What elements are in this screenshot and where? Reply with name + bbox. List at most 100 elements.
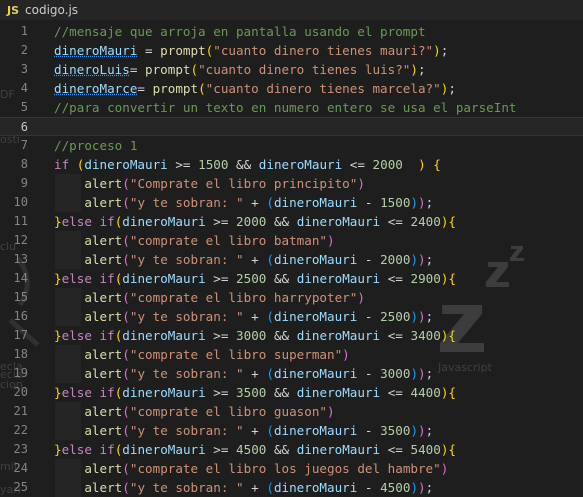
code-line[interactable]: 21 alert("comprate el libro guason") — [0, 402, 583, 421]
code-line[interactable]: 18 alert("comprate el libro superman") — [0, 345, 583, 364]
code-token: 2500 — [236, 271, 267, 286]
code-text: alert("y te sobran: " + (dineroMauri - 2… — [54, 307, 433, 326]
line-number: 3 — [20, 62, 28, 76]
code-token: if — [99, 271, 115, 286]
code-editor-window: Index problem Portafolio Javascript DFeb… — [0, 0, 583, 497]
code-line[interactable]: 11}else if(dineroMauri >= 2000 && dinero… — [0, 212, 583, 231]
code-token: ) — [440, 461, 449, 476]
code-token: dineroMauri — [273, 480, 358, 495]
code-line[interactable]: 24 alert("comprate el libro los juegos d… — [0, 459, 583, 478]
code-token: alert — [84, 404, 123, 419]
code-token: "y te sobran: " — [129, 423, 244, 438]
code-token: { — [448, 328, 457, 343]
code-line[interactable]: 23}else if(dineroMauri >= 4500 && dinero… — [0, 440, 583, 459]
code-token: ) — [410, 62, 418, 77]
code-token: - — [357, 309, 381, 324]
code-line[interactable]: 13 alert("y te sobran: " + (dineroMauri … — [0, 250, 583, 269]
code-token: ) — [410, 480, 419, 495]
code-token: "y te sobran: " — [129, 366, 244, 381]
editor-tab[interactable]: JS codigo.js — [0, 0, 583, 20]
code-token: else — [61, 385, 92, 400]
code-token: } — [54, 328, 62, 343]
code-token: && — [266, 328, 297, 343]
code-line[interactable]: 15 alert("comprate el libro harrypoter") — [0, 288, 583, 307]
code-token: 2400 — [410, 214, 441, 229]
code-area[interactable]: 1 //mensaje que arroja en pantalla usando… — [0, 20, 583, 497]
code-line[interactable]: 19 alert("y te sobran: " + (dineroMauri … — [0, 364, 583, 383]
code-token: "comprate el libro guason" — [129, 404, 327, 419]
code-line[interactable]: 10 alert("y te sobran: " + (dineroMauri … — [0, 193, 583, 212]
code-line[interactable]: 22 alert("y te sobran: " + (dineroMauri … — [0, 421, 583, 440]
code-line[interactable]: 14}else if(dineroMauri >= 2500 && dinero… — [0, 269, 583, 288]
code-token: alert — [84, 176, 123, 191]
code-token: 1500 — [380, 195, 411, 210]
line-number: 6 — [20, 120, 28, 134]
code-line[interactable]: 25 alert("y te sobran: " + (dineroMauri … — [0, 478, 583, 497]
code-token: <= — [380, 442, 411, 457]
code-token: prompt — [152, 81, 199, 96]
code-token: "cuanto dinero tienes mauri?" — [213, 43, 434, 58]
line-number: 11 — [13, 214, 28, 228]
code-token: && — [266, 214, 297, 229]
code-token: alert — [84, 233, 123, 248]
code-token: ; — [425, 195, 434, 210]
code-token: <= — [380, 214, 411, 229]
code-line[interactable]: 12 alert("comprate el libro batman") — [0, 231, 583, 250]
code-token: alert — [84, 461, 123, 476]
code-line[interactable]: 20}else if(dineroMauri >= 3500 && dinero… — [0, 383, 583, 402]
code-line[interactable]: 2 dineroMauri = prompt("cuanto dinero tie… — [0, 41, 583, 60]
code-line[interactable]: 7 //proceso 1 — [0, 136, 583, 155]
code-token: 3000 — [380, 366, 411, 381]
line-number: 8 — [20, 157, 28, 171]
line-number: 5 — [20, 100, 28, 114]
code-line[interactable]: 9 alert("Comprate el libro principito") — [0, 174, 583, 193]
code-token: { — [448, 271, 457, 286]
code-token: //mensaje que arroja en pantalla usando … — [54, 24, 426, 39]
code-token: if — [99, 442, 115, 457]
code-token: dineroMauri — [273, 252, 358, 267]
line-number: 20 — [13, 385, 28, 399]
code-token: ( — [122, 366, 130, 381]
code-token: ) — [418, 423, 426, 438]
code-token: //para convertir un texto en numero ente… — [54, 100, 517, 115]
code-token: <= — [380, 385, 411, 400]
code-token: 3500 — [380, 423, 411, 438]
code-text: //para convertir un texto en numero ente… — [54, 98, 517, 117]
code-token: if — [99, 385, 115, 400]
line-number: 25 — [13, 480, 28, 494]
code-token: ( — [266, 423, 274, 438]
code-token: ( — [122, 480, 130, 495]
code-token: alert — [84, 347, 123, 362]
code-token: } — [54, 214, 62, 229]
code-token: ( — [122, 423, 130, 438]
code-token: "y te sobran: " — [129, 195, 244, 210]
code-line[interactable]: 8 if (dineroMauri >= 1500 && dineroMauri … — [0, 155, 583, 174]
code-text: alert("comprate el libro guason") — [54, 402, 334, 421]
code-text: //proceso 1 — [54, 136, 137, 155]
code-token: ( — [122, 347, 130, 362]
code-line[interactable]: 4 dineroMarce= prompt("cuanto dinero tien… — [0, 79, 583, 98]
code-text: }else if(dineroMauri >= 3000 && dineroMa… — [54, 326, 456, 345]
code-token: if — [99, 214, 115, 229]
code-token: "comprate el libro harrypoter" — [129, 290, 358, 305]
code-token: "Comprate el libro principito" — [129, 176, 358, 191]
code-line[interactable]: 6 — [0, 117, 583, 136]
code-token: ( — [122, 252, 130, 267]
code-line[interactable]: 5 //para convertir un texto en numero ent… — [0, 98, 583, 117]
code-token: 3000 — [236, 328, 267, 343]
line-number: 16 — [13, 309, 28, 323]
code-line[interactable]: 16 alert("y te sobran: " + (dineroMauri … — [0, 307, 583, 326]
code-line[interactable]: 17}else if(dineroMauri >= 3000 && dinero… — [0, 326, 583, 345]
code-token: ) — [410, 252, 419, 267]
code-token: "cuanto dinero tienes marcela?" — [205, 81, 441, 96]
code-line[interactable]: 1 //mensaje que arroja en pantalla usando… — [0, 22, 583, 41]
code-line[interactable]: 3 dineroLuis= prompt("cuanto dinero tiene… — [0, 60, 583, 79]
code-text: alert("y te sobran: " + (dineroMauri - 2… — [54, 250, 433, 269]
code-text: alert("Comprate el libro principito") — [54, 174, 365, 193]
code-token: else — [61, 442, 92, 457]
code-token: ) — [418, 366, 426, 381]
